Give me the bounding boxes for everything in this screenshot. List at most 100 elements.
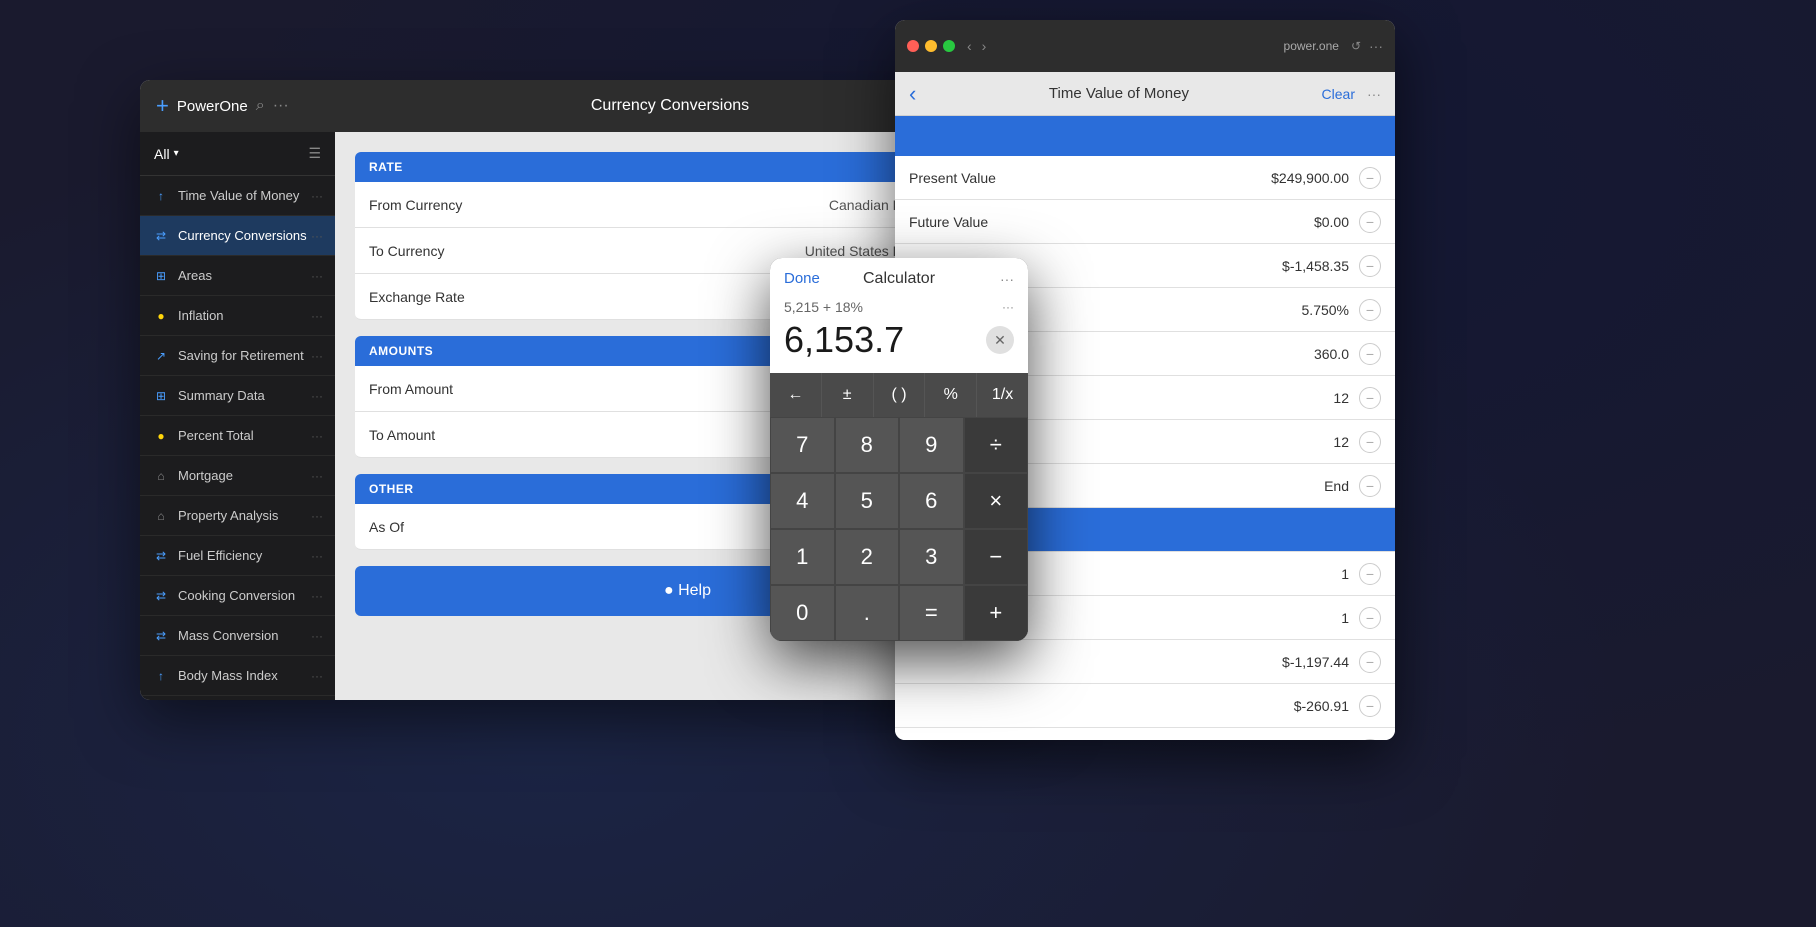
calc-btn-7[interactable]: 7 <box>770 417 835 473</box>
calc-backspace-button[interactable]: ← <box>770 373 822 417</box>
timing-clear[interactable]: − <box>1359 475 1381 497</box>
tvm-pay3-row[interactable]: $-1,458.35 − <box>895 728 1395 740</box>
calc-btn-8[interactable]: 8 <box>835 417 900 473</box>
val1-value: 1 <box>1341 566 1349 582</box>
calc-btn-_[interactable]: − <box>964 529 1029 585</box>
sidebar-item-more-fuel[interactable]: ··· <box>311 549 323 563</box>
calc-result: 6,153.7 <box>784 319 904 361</box>
calc-inverse-button[interactable]: 1/x <box>977 373 1028 417</box>
sidebar-item-more-inflation[interactable]: ··· <box>311 309 323 323</box>
sidebar-item-more-currency[interactable]: ··· <box>311 229 323 243</box>
back-arrow-icon[interactable]: ‹ <box>963 36 976 56</box>
sidebar-item-fuel[interactable]: ⇄ Fuel Efficiency ··· <box>140 536 335 576</box>
calc-parentheses-button[interactable]: ( ) <box>874 373 926 417</box>
sidebar-item-icon-percent: ● <box>152 427 170 445</box>
sidebar-item-percent[interactable]: ● Percent Total ··· <box>140 416 335 456</box>
sidebar-filter-icon[interactable]: ☰ <box>308 145 321 162</box>
sidebar-item-more-saving[interactable]: ··· <box>311 349 323 363</box>
sidebar-item-more-bmi[interactable]: ··· <box>311 669 323 683</box>
calc-keypad: 789÷ 456× 123− 0.=+ <box>770 417 1028 641</box>
tvm-back-button[interactable]: ‹ <box>909 81 916 107</box>
sidebar-item-mortgage[interactable]: ⌂ Mortgage ··· <box>140 456 335 496</box>
maximize-button[interactable] <box>943 40 955 52</box>
pay1-clear[interactable]: − <box>1359 651 1381 673</box>
tvm-future-value-row[interactable]: Future Value $0.00 − <box>895 200 1395 244</box>
sidebar-item-icon-mortgage: ⌂ <box>152 467 170 485</box>
sidebar-item-currency[interactable]: ⇄ Currency Conversions ··· <box>140 216 335 256</box>
sidebar-item-label-fuel: Fuel Efficiency <box>178 548 311 563</box>
close-button[interactable] <box>907 40 919 52</box>
sidebar-item-property[interactable]: ⌂ Property Analysis ··· <box>140 496 335 536</box>
sidebar-item-more-time-value[interactable]: ··· <box>311 189 323 203</box>
interest-clear[interactable]: − <box>1359 299 1381 321</box>
app-name-label: PowerOne <box>177 98 248 115</box>
search-icon[interactable]: ⌕ <box>256 97 265 115</box>
calc-btn-1[interactable]: 1 <box>770 529 835 585</box>
calc-clear-result-button[interactable]: ✕ <box>986 326 1014 354</box>
sidebar-item-more-mass[interactable]: ··· <box>311 629 323 643</box>
calc-btn-_[interactable]: + <box>964 585 1029 641</box>
calc-btn-9[interactable]: 9 <box>899 417 964 473</box>
reload-icon[interactable]: ↺ <box>1351 39 1361 53</box>
sidebar-item-cooking[interactable]: ⇄ Cooking Conversion ··· <box>140 576 335 616</box>
calc-plusminus-button[interactable]: ± <box>822 373 874 417</box>
calc-btn-5[interactable]: 5 <box>835 473 900 529</box>
forward-arrow-icon[interactable]: › <box>978 36 991 56</box>
calc-btn-2[interactable]: 2 <box>835 529 900 585</box>
calc-btn-0[interactable]: 0 <box>770 585 835 641</box>
sidebar-item-bmi[interactable]: ↑ Body Mass Index ··· <box>140 656 335 696</box>
sidebar-item-more-percent[interactable]: ··· <box>311 429 323 443</box>
calc-btn-4[interactable]: 4 <box>770 473 835 529</box>
sidebar-item-date[interactable]: ◫ Date Conversions ··· <box>140 696 335 700</box>
pay2-clear[interactable]: − <box>1359 695 1381 717</box>
calc-expression-more[interactable]: ··· <box>1002 300 1014 314</box>
browser-more-icon[interactable]: ··· <box>1369 38 1383 54</box>
sidebar-item-more-mortgage[interactable]: ··· <box>311 469 323 483</box>
sidebar-item-inflation[interactable]: ● Inflation ··· <box>140 296 335 336</box>
sidebar-item-saving[interactable]: ↗ Saving for Retirement ··· <box>140 336 335 376</box>
more-options-icon[interactable]: ··· <box>273 97 289 115</box>
calc-btn-_[interactable]: . <box>835 585 900 641</box>
sidebar-all-filter[interactable]: All ▾ <box>154 146 179 162</box>
future-value-value: $0.00 <box>1314 214 1349 230</box>
val2-clear[interactable]: − <box>1359 607 1381 629</box>
sidebar-item-more-property[interactable]: ··· <box>311 509 323 523</box>
sidebar-item-summary[interactable]: ⊞ Summary Data ··· <box>140 376 335 416</box>
pay1-value: $-1,197.44 <box>1282 654 1349 670</box>
sidebar-list: ↑ Time Value of Money ··· ⇄ Currency Con… <box>140 176 335 700</box>
minimize-button[interactable] <box>925 40 937 52</box>
sidebar-item-areas[interactable]: ⊞ Areas ··· <box>140 256 335 296</box>
sidebar-item-time-value[interactable]: ↑ Time Value of Money ··· <box>140 176 335 216</box>
period-num-clear[interactable]: − <box>1359 387 1381 409</box>
payment-value: $-1,458.35 <box>1282 258 1349 274</box>
sidebar-item-more-areas[interactable]: ··· <box>311 269 323 283</box>
tvm-more-button[interactable]: ··· <box>1367 86 1381 102</box>
add-template-button[interactable]: + <box>156 93 169 119</box>
sidebar-item-label-mortgage: Mortgage <box>178 468 311 483</box>
tvm-pay2-row[interactable]: $-260.91 − <box>895 684 1395 728</box>
tvm-present-value-row[interactable]: Present Value $249,900.00 − <box>895 156 1395 200</box>
year-clear[interactable]: − <box>1359 431 1381 453</box>
payment-clear[interactable]: − <box>1359 255 1381 277</box>
calc-btn-_[interactable]: = <box>899 585 964 641</box>
calc-more-button[interactable]: ··· <box>1000 271 1014 287</box>
tvm-clear-button[interactable]: Clear <box>1322 86 1355 102</box>
year-value: 12 <box>1333 434 1349 450</box>
calc-btn-_[interactable]: × <box>964 473 1029 529</box>
browser-url: power.one <box>1284 39 1339 53</box>
val1-clear[interactable]: − <box>1359 563 1381 585</box>
pay3-clear[interactable]: − <box>1359 739 1381 741</box>
calc-done-button[interactable]: Done <box>784 270 820 287</box>
calc-btn-6[interactable]: 6 <box>899 473 964 529</box>
sidebar-item-label-bmi: Body Mass Index <box>178 668 311 683</box>
sidebar-item-more-cooking[interactable]: ··· <box>311 589 323 603</box>
calc-btn-_[interactable]: ÷ <box>964 417 1029 473</box>
sidebar-item-more-summary[interactable]: ··· <box>311 389 323 403</box>
calc-percent-button[interactable]: % <box>925 373 977 417</box>
future-value-clear[interactable]: − <box>1359 211 1381 233</box>
tvm-pay1-row[interactable]: $-1,197.44 − <box>895 640 1395 684</box>
calc-btn-3[interactable]: 3 <box>899 529 964 585</box>
present-value-clear[interactable]: − <box>1359 167 1381 189</box>
periods-clear[interactable]: − <box>1359 343 1381 365</box>
sidebar-item-mass[interactable]: ⇄ Mass Conversion ··· <box>140 616 335 656</box>
